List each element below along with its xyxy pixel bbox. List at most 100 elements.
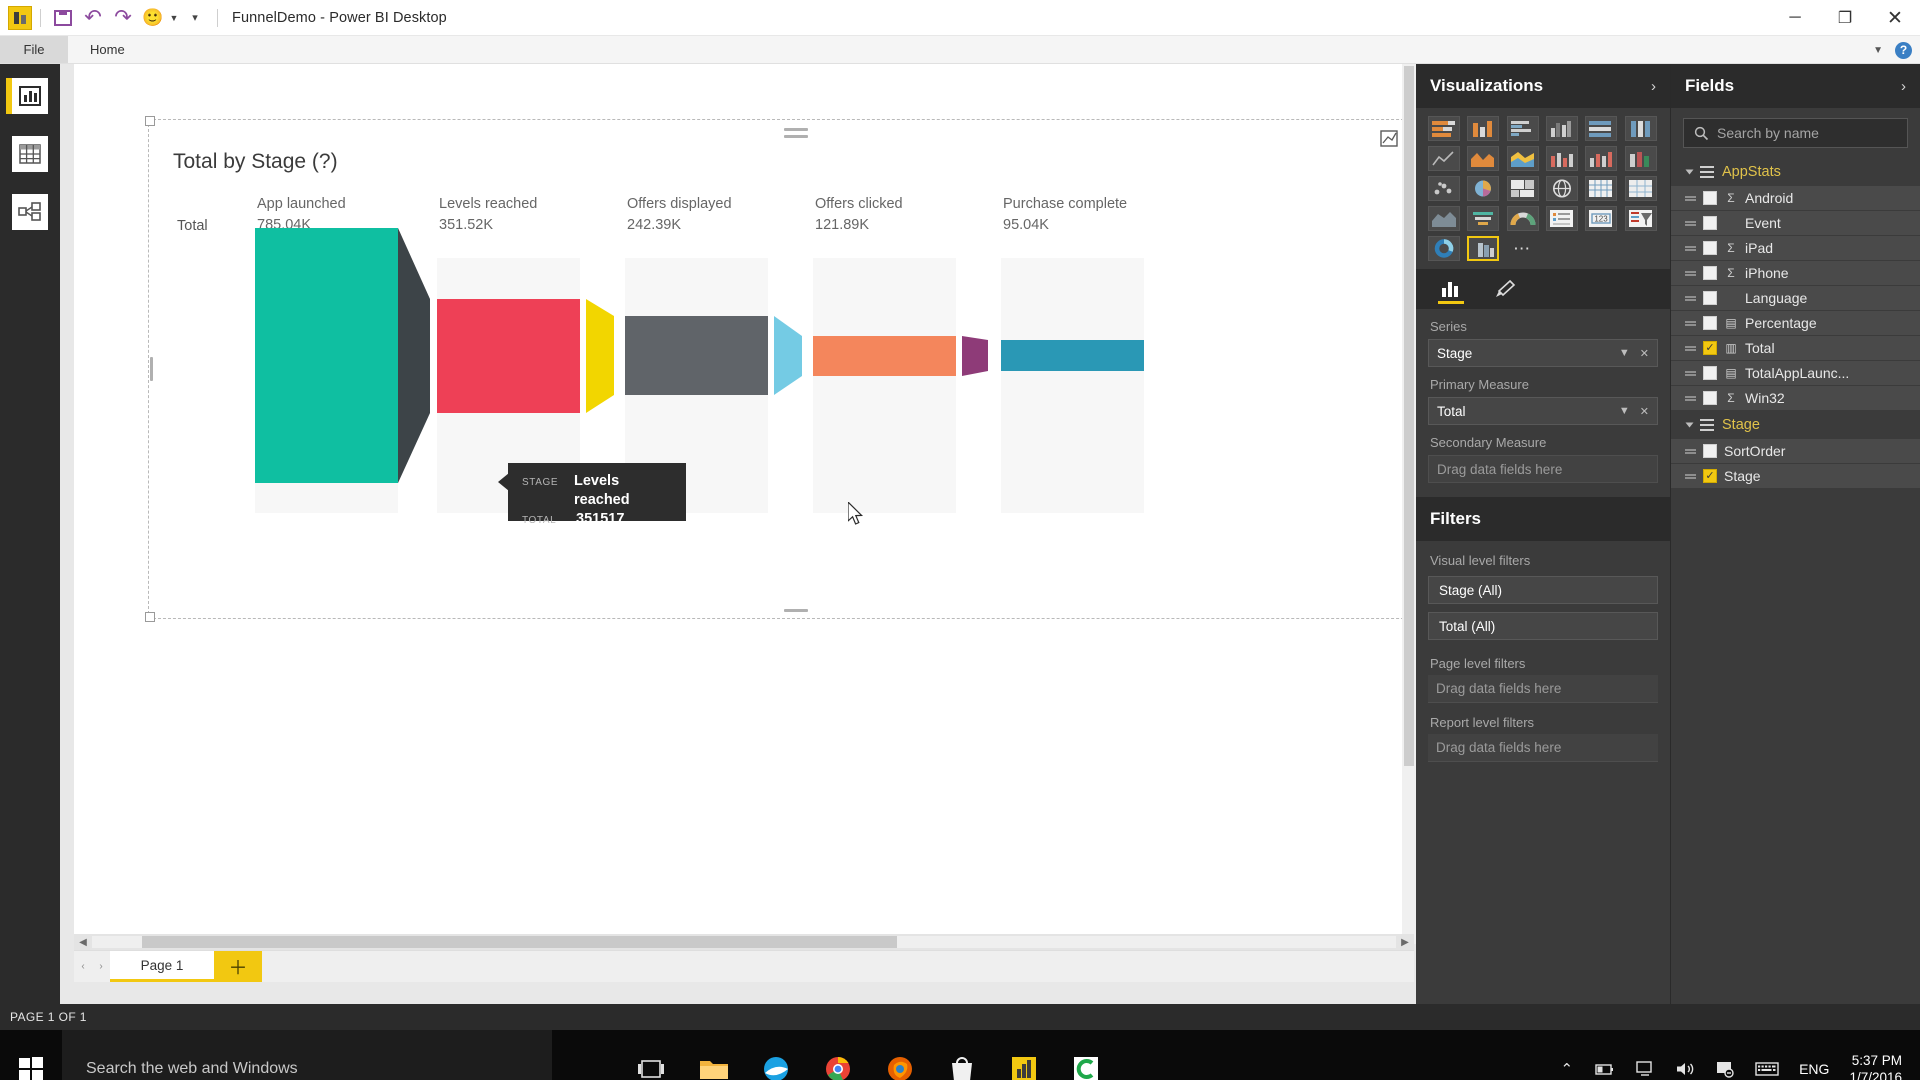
- clustered-bar-chart-icon[interactable]: [1506, 116, 1539, 141]
- field-row-percentage[interactable]: ▤ Percentage: [1671, 311, 1920, 336]
- remove-field-icon[interactable]: ✕: [1640, 405, 1649, 418]
- firefox-icon[interactable]: [880, 1049, 920, 1080]
- chevron-right-icon[interactable]: ›: [1651, 78, 1656, 95]
- power-bi-desktop-icon[interactable]: [1004, 1049, 1044, 1080]
- funnel-plot[interactable]: Total App launched 785.04K Levels reache…: [149, 188, 1416, 588]
- action-center-icon[interactable]: [1715, 1060, 1735, 1078]
- stacked-bar-chart-icon[interactable]: [1428, 116, 1460, 141]
- store-icon[interactable]: [942, 1049, 982, 1080]
- chevron-right-icon[interactable]: ›: [1901, 78, 1906, 95]
- chevron-down-icon[interactable]: [1685, 169, 1694, 175]
- clustered-column-chart-icon[interactable]: [1545, 116, 1578, 141]
- chevron-down-icon[interactable]: ▼: [1619, 405, 1630, 417]
- funnel-bar-offers-clicked[interactable]: [813, 336, 956, 376]
- drag-handle[interactable]: [1685, 448, 1696, 454]
- resize-handle-top[interactable]: [784, 128, 808, 131]
- drag-handle[interactable]: [1685, 345, 1696, 351]
- drag-handle[interactable]: [1685, 370, 1696, 376]
- scroll-right-arrow[interactable]: ▶: [1396, 937, 1414, 948]
- scatter-chart-icon[interactable]: [1428, 176, 1460, 201]
- drag-handle[interactable]: [1685, 395, 1696, 401]
- field-row-win32[interactable]: Σ Win32: [1671, 386, 1920, 411]
- filters-dropzone-report[interactable]: Drag data fields here: [1428, 734, 1658, 762]
- more-visuals-icon[interactable]: ⋯: [1507, 236, 1539, 261]
- scrollbar-thumb[interactable]: [142, 936, 897, 948]
- field-checkbox[interactable]: [1703, 316, 1717, 330]
- field-row-total[interactable]: ✓ ▥ Total: [1671, 336, 1920, 361]
- funnel-visual-container[interactable]: ⋯ Total by Stage (?) Total App launched …: [145, 116, 1416, 622]
- field-row-ipad[interactable]: Σ iPad: [1671, 236, 1920, 261]
- stacked-area-chart-icon[interactable]: [1506, 146, 1539, 171]
- taskbar-search-input[interactable]: Search the web and Windows: [62, 1030, 552, 1080]
- drag-handle[interactable]: [1685, 270, 1696, 276]
- field-row-language[interactable]: Language: [1671, 286, 1920, 311]
- task-view-icon[interactable]: [632, 1049, 672, 1080]
- keyboard-icon[interactable]: [1755, 1061, 1779, 1077]
- field-row-stage[interactable]: ✓ Stage: [1671, 464, 1920, 489]
- battery-icon[interactable]: [1593, 1061, 1615, 1077]
- canvas-horizontal-scrollbar[interactable]: ◀ ▶: [74, 934, 1414, 950]
- field-checkbox[interactable]: [1703, 444, 1717, 458]
- funnel-bar-levels-reached[interactable]: [437, 299, 580, 413]
- field-row-totalapplaunches[interactable]: ▤ TotalAppLaunc...: [1671, 361, 1920, 386]
- page-next-icon[interactable]: ›: [92, 951, 110, 982]
- help-icon[interactable]: ?: [1895, 41, 1912, 59]
- remove-field-icon[interactable]: ✕: [1640, 347, 1649, 360]
- resize-handle-top2[interactable]: [784, 135, 808, 138]
- volume-icon[interactable]: [1675, 1060, 1695, 1078]
- sidebar-item-report-view[interactable]: [12, 78, 48, 114]
- clock[interactable]: 5:37 PM 1/7/2016: [1849, 1052, 1902, 1080]
- camtasia-icon[interactable]: [1066, 1049, 1106, 1080]
- filter-item-total[interactable]: Total (All): [1428, 612, 1658, 640]
- line-clustered-column-icon[interactable]: [1585, 146, 1618, 171]
- sidebar-item-data-view[interactable]: [12, 136, 48, 172]
- hundred-percent-stacked-bar-icon[interactable]: [1585, 116, 1618, 141]
- well-field-series[interactable]: Stage ▼ ✕: [1428, 339, 1658, 367]
- field-checkbox[interactable]: [1703, 291, 1717, 305]
- resize-handle-bottom[interactable]: [784, 609, 808, 612]
- page-prev-icon[interactable]: ‹: [74, 951, 92, 982]
- custom-funnel-visual-icon[interactable]: [1467, 236, 1500, 261]
- add-page-button[interactable]: ＋: [214, 951, 262, 982]
- map-icon[interactable]: [1545, 176, 1578, 201]
- drag-handle[interactable]: [1685, 473, 1696, 479]
- funnel-bar-app-launched[interactable]: [255, 228, 398, 483]
- pie-chart-icon[interactable]: [1467, 176, 1500, 201]
- fields-table-stage[interactable]: Stage: [1671, 411, 1920, 439]
- sidebar-item-relationships-view[interactable]: [12, 194, 48, 230]
- scroll-left-arrow[interactable]: ◀: [74, 937, 92, 948]
- language-indicator[interactable]: ENG: [1799, 1061, 1829, 1077]
- resize-handle-bottom-left[interactable]: [145, 612, 155, 622]
- drag-handle[interactable]: [1685, 195, 1696, 201]
- gauge-chart-icon[interactable]: [1506, 206, 1539, 231]
- report-page-canvas[interactable]: ⋯ Total by Stage (?) Total App launched …: [74, 64, 1416, 944]
- page-tab-page-1[interactable]: Page 1: [110, 951, 214, 982]
- show-hidden-icons-icon[interactable]: ⌃: [1561, 1060, 1574, 1078]
- field-row-iphone[interactable]: Σ iPhone: [1671, 261, 1920, 286]
- funnel-bar-purchase-complete[interactable]: [1001, 340, 1144, 371]
- chrome-icon[interactable]: [818, 1049, 858, 1080]
- drag-handle[interactable]: [1685, 320, 1696, 326]
- treemap-icon[interactable]: [1506, 176, 1539, 201]
- well-field-primary-measure[interactable]: Total ▼ ✕: [1428, 397, 1658, 425]
- field-checkbox[interactable]: ✓: [1703, 469, 1717, 483]
- chevron-down-icon[interactable]: ▼: [1873, 45, 1883, 56]
- funnel-chart-icon[interactable]: [1467, 206, 1500, 231]
- tab-file[interactable]: File: [0, 36, 68, 63]
- field-row-event[interactable]: Event: [1671, 211, 1920, 236]
- field-checkbox[interactable]: [1703, 266, 1717, 280]
- line-stacked-column-icon[interactable]: [1545, 146, 1578, 171]
- area-chart-icon[interactable]: [1467, 146, 1500, 171]
- drag-handle[interactable]: [1685, 220, 1696, 226]
- hundred-percent-stacked-column-icon[interactable]: [1624, 116, 1657, 141]
- scrollbar-thumb[interactable]: [1404, 66, 1414, 766]
- field-checkbox[interactable]: [1703, 391, 1717, 405]
- table-icon[interactable]: [1624, 176, 1657, 201]
- slicer-icon[interactable]: [1624, 206, 1657, 231]
- field-row-android[interactable]: Σ Android: [1671, 186, 1920, 211]
- close-button[interactable]: ✕: [1870, 0, 1920, 36]
- fields-table-appstats[interactable]: AppStats: [1671, 158, 1920, 186]
- chevron-down-icon[interactable]: ▼: [1619, 347, 1630, 359]
- ribbon-chart-icon[interactable]: [1624, 146, 1657, 171]
- funnel-bar-offers-displayed[interactable]: [625, 316, 768, 395]
